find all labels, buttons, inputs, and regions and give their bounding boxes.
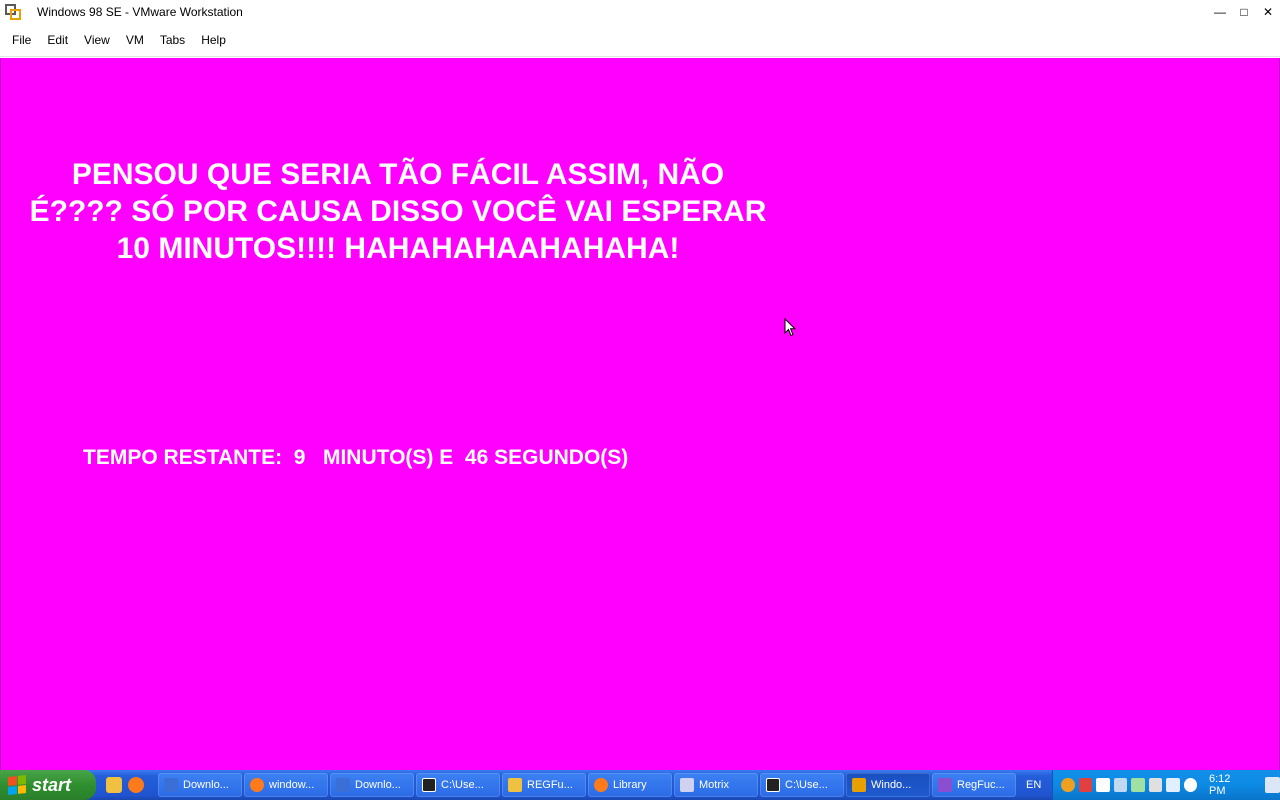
window-title: Windows 98 SE - VMware Workstation <box>37 5 243 19</box>
taskbar: start Downlo... window... Downlo... C:\U… <box>0 770 1280 800</box>
windows-logo-icon <box>8 775 26 795</box>
menu-view[interactable]: View <box>76 29 118 51</box>
start-label: start <box>32 774 72 795</box>
vm-message: PENSOU QUE SERIA TÃO FÁCIL ASSIM, NÃO É?… <box>1 156 795 267</box>
volume-icon[interactable] <box>1183 778 1197 792</box>
window-controls: — □ ✕ <box>1208 0 1280 24</box>
task-label: REGFu... <box>527 779 573 791</box>
folder-icon <box>508 778 522 792</box>
start-button[interactable]: start <box>0 770 96 800</box>
task-button[interactable]: Downlo... <box>158 773 242 797</box>
quick-launch <box>106 777 158 793</box>
menu-bar: File Edit View VM Tabs Help <box>0 24 1280 57</box>
task-button[interactable]: C:\Use... <box>416 773 500 797</box>
download-icon <box>336 778 350 792</box>
task-button[interactable]: Library <box>588 773 672 797</box>
search-icon[interactable] <box>1061 778 1075 792</box>
menu-help[interactable]: Help <box>193 29 234 51</box>
maximize-button[interactable]: □ <box>1232 0 1256 24</box>
vm-message-line: PENSOU QUE SERIA TÃO FÁCIL ASSIM, NÃO <box>71 158 725 191</box>
download-icon <box>164 778 178 792</box>
network-icon[interactable] <box>1131 778 1145 792</box>
task-label: window... <box>269 779 315 791</box>
network-icon[interactable] <box>1096 778 1110 792</box>
monitor-icon[interactable] <box>1166 778 1180 792</box>
firefox-icon <box>250 778 264 792</box>
task-label: C:\Use... <box>441 779 484 791</box>
system-tray: 6:12 PM <box>1052 770 1280 800</box>
task-label: Windo... <box>871 779 912 791</box>
vm-message-line: É???? SÓ POR CAUSA DISSO VOCÊ VAI ESPERA… <box>29 195 767 228</box>
security-icon[interactable] <box>1078 778 1092 792</box>
mouse-cursor-icon <box>784 318 796 337</box>
usb-icon[interactable] <box>1148 778 1162 792</box>
task-buttons: Downlo... window... Downlo... C:\Use... … <box>158 770 1018 800</box>
task-button[interactable]: REGFu... <box>502 773 586 797</box>
firefox-icon <box>594 778 608 792</box>
vm-display[interactable]: PENSOU QUE SERIA TÃO FÁCIL ASSIM, NÃO É?… <box>0 58 1280 770</box>
vm-message-line: 10 MINUTOS!!!! HAHAHAHAAHAHAHA! <box>116 232 680 265</box>
show-desktop-icon[interactable] <box>1264 777 1280 793</box>
task-button-active[interactable]: Windo... <box>846 773 930 797</box>
vmware-icon[interactable] <box>5 4 21 20</box>
title-bar: Windows 98 SE - VMware Workstation — □ ✕ <box>0 0 1280 24</box>
motrix-icon <box>680 778 694 792</box>
countdown-timer: TEMPO RESTANTE: 9 MINUTO(S) E 46 SEGUNDO… <box>83 446 629 469</box>
task-label: C:\Use... <box>785 779 828 791</box>
display-icon[interactable] <box>1113 778 1127 792</box>
task-button[interactable]: Downlo... <box>330 773 414 797</box>
task-button[interactable]: C:\Use... <box>760 773 844 797</box>
task-label: Motrix <box>699 779 729 791</box>
task-button[interactable]: Motrix <box>674 773 758 797</box>
clock[interactable]: 6:12 PM <box>1209 773 1249 797</box>
visual-studio-icon <box>938 778 952 792</box>
close-button[interactable]: ✕ <box>1256 0 1280 24</box>
7zip-icon <box>422 778 436 792</box>
task-label: RegFuc... <box>957 779 1005 791</box>
firefox-icon[interactable] <box>128 777 144 793</box>
vmware-icon <box>852 778 866 792</box>
menu-tabs[interactable]: Tabs <box>152 29 193 51</box>
menu-file[interactable]: File <box>4 29 39 51</box>
7zip-icon <box>766 778 780 792</box>
task-button[interactable]: window... <box>244 773 328 797</box>
task-button[interactable]: RegFuc... <box>932 773 1016 797</box>
minimize-button[interactable]: — <box>1208 0 1232 24</box>
task-label: Downlo... <box>355 779 401 791</box>
task-label: Downlo... <box>183 779 229 791</box>
folder-icon[interactable] <box>106 777 122 793</box>
menu-edit[interactable]: Edit <box>39 29 76 51</box>
menu-vm[interactable]: VM <box>118 29 152 51</box>
task-label: Library <box>613 779 647 791</box>
